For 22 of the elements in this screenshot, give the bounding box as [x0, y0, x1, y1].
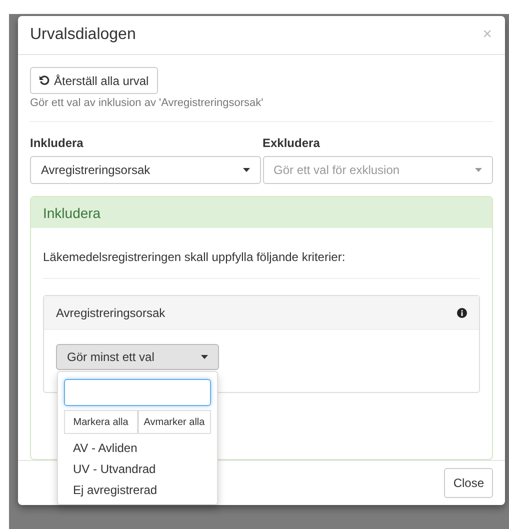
select-all-button[interactable]: Markera alla [64, 410, 138, 434]
footer-close-button[interactable]: Close [444, 468, 493, 498]
option-item[interactable]: Ej avregistrerad [64, 480, 211, 502]
caret-icon [242, 168, 250, 172]
panel-title: Inkludera [31, 197, 492, 228]
include-select[interactable]: Avregistreringsorsak [30, 156, 260, 184]
search-field[interactable] [64, 379, 211, 406]
exclude-label: Exkludera [262, 136, 321, 150]
undo-icon [39, 75, 50, 86]
deselect-all-button[interactable]: Avmarker alla [138, 410, 211, 434]
caret-icon [201, 355, 208, 360]
reset-button[interactable]: Återställ alla urval [30, 67, 158, 94]
hint-text: Gör ett val av inklusion av 'Avregistreringsorsak' [30, 97, 264, 110]
option-item[interactable]: UV - Utvandrad [64, 459, 211, 480]
criteria-text: Läkemedelsregistreringen skall uppfylla följande kriterier: [43, 250, 346, 264]
include-label: Inkludera [30, 136, 84, 150]
caret-icon [475, 168, 482, 172]
multiselect-dropdown[interactable]: Gör minst ett val [56, 344, 219, 370]
dialog-title: Urvalsdialogen [30, 26, 136, 44]
info-icon [457, 308, 467, 318]
criterion-title: Avregistreringsorsak [56, 306, 166, 320]
option-item[interactable]: AV - Avliden [64, 438, 211, 460]
